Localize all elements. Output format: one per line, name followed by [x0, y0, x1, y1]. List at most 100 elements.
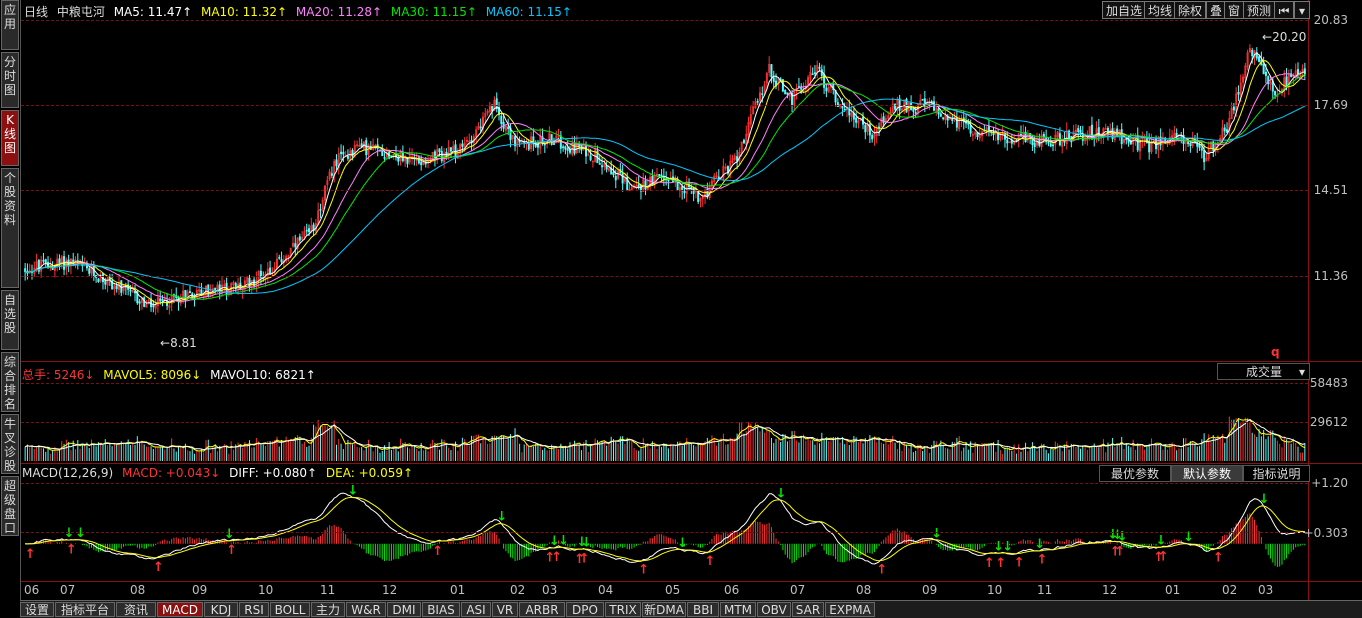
candle-body: [772, 77, 775, 82]
buy-arrow-icon: ↑: [66, 543, 77, 558]
volume-axis-label: 58483: [1309, 376, 1348, 390]
indicator-tab-arbr[interactable]: ARBR: [519, 602, 565, 617]
candle-body: [871, 135, 874, 140]
indicator-tab-obv[interactable]: OBV: [757, 602, 791, 617]
kline-chart[interactable]: ↑↓↑↓↑↓↑↓↑↓↑↓↑↓↑↓↑↓↑↓↑↓↑↓↑↓↑↓↑↓↑↓↑↓↑↓↑↓↑↓…: [0, 0, 1362, 600]
indicator-tab-[interactable]: 设置: [20, 602, 54, 617]
indicator-tab-dmi[interactable]: DMI: [387, 602, 421, 617]
time-axis-label: 03: [1258, 583, 1274, 597]
time-axis-label: 12: [1102, 583, 1118, 597]
price-gridline: [21, 105, 1308, 106]
candle-body: [330, 173, 333, 176]
candle-body: [1296, 69, 1299, 75]
indicator-tab-dpo[interactable]: DPO: [566, 602, 604, 617]
volume-indicator-select[interactable]: 成交量 ▾: [1217, 363, 1310, 380]
add-watchlist-button[interactable]: 加自选: [1102, 1, 1147, 19]
candle-body: [340, 151, 343, 154]
indicator-tab-[interactable]: 指标平台: [55, 602, 115, 617]
candle-body: [1145, 138, 1148, 142]
indicator-help-button[interactable]: 指标说明: [1243, 465, 1310, 482]
candle-body: [207, 284, 210, 296]
indicator-tab-[interactable]: 主力: [311, 602, 345, 617]
indicator-tab-bias[interactable]: BIAS: [422, 602, 460, 617]
candle-body: [440, 150, 443, 162]
candle-body: [660, 174, 663, 177]
chevron-down-icon[interactable]: ▾: [1294, 1, 1310, 19]
candle-body: [598, 163, 601, 165]
forecast-button[interactable]: 预测: [1243, 1, 1276, 19]
candle-body: [438, 148, 441, 152]
indicator-tab-asi[interactable]: ASI: [461, 602, 491, 617]
indicator-tab-mtm[interactable]: MTM: [720, 602, 756, 617]
indicator-tab-expma[interactable]: EXPMA: [825, 602, 875, 617]
candle-body: [797, 86, 800, 88]
candle-body: [280, 259, 283, 263]
window-button[interactable]: 窗: [1224, 1, 1245, 19]
price-axis-label: 17.69: [1313, 98, 1348, 112]
volume-total: 总手: 5246↓: [22, 368, 95, 382]
indicator-tab-[interactable]: 资讯: [116, 602, 156, 617]
sell-arrow-icon: ↓: [1002, 540, 1013, 555]
mavol10-value: MAVOL10: 6821↑: [210, 368, 316, 382]
mavol5-value: MAVOL5: 8096↓: [103, 368, 202, 382]
candle-body: [683, 190, 686, 194]
candle-body: [914, 112, 917, 114]
candle-body: [786, 92, 789, 95]
indicator-tab-macd[interactable]: MACD: [157, 602, 203, 617]
time-axis-label: 07: [60, 583, 76, 597]
indicator-tab-kdj[interactable]: KDJ: [204, 602, 238, 617]
indicator-tab-rsi[interactable]: RSI: [239, 602, 269, 617]
candle-body: [500, 115, 503, 124]
indicator-tab-sar[interactable]: SAR: [792, 602, 824, 617]
candle-body: [278, 257, 281, 259]
candle-body: [42, 259, 45, 262]
time-axis-label: 06: [24, 583, 40, 597]
candle-body: [269, 267, 272, 274]
candle-body: [308, 228, 311, 233]
candle-body: [784, 89, 787, 95]
sell-arrow-icon: ↓: [64, 526, 75, 541]
indicator-tab-wr[interactable]: W&R: [346, 602, 386, 617]
skip-first-icon[interactable]: ⏮: [1274, 1, 1294, 19]
indicator-tab-vr[interactable]: VR: [492, 602, 518, 617]
candle-body: [818, 66, 821, 69]
candle-body: [88, 268, 91, 274]
macd-gridline: [21, 483, 1308, 484]
time-axis-label: 09: [192, 583, 208, 597]
candle-body: [507, 126, 510, 130]
indicator-tab-bbi[interactable]: BBI: [687, 602, 719, 617]
candle-body: [589, 155, 592, 161]
candle-body: [214, 287, 217, 291]
volume-axis-label: 29612: [1309, 415, 1348, 429]
volume-gridline: [21, 422, 1308, 423]
ma30-line: [24, 74, 1306, 300]
candle-body: [1232, 106, 1235, 111]
candle-body: [1015, 139, 1018, 142]
candle-body: [161, 299, 164, 301]
q-marker: q: [1271, 345, 1280, 359]
candle-body: [566, 148, 569, 151]
ex-rights-button[interactable]: 除权: [1174, 1, 1207, 19]
overlay-button[interactable]: 叠: [1206, 1, 1227, 19]
candle-body: [823, 73, 826, 88]
candle-body: [1033, 142, 1036, 148]
candle-body: [742, 139, 745, 144]
macd-value: MACD: +0.043↓: [121, 466, 221, 480]
time-axis-label: 02: [1222, 583, 1238, 597]
candle-body: [825, 87, 828, 92]
time-axis-label: 10: [258, 583, 274, 597]
ma20-line: [24, 73, 1306, 303]
panel-separator: [21, 361, 1362, 362]
candle-body: [756, 100, 759, 103]
indicator-tab-dma[interactable]: 新DMA: [642, 602, 686, 617]
indicator-tab-boll[interactable]: BOLL: [270, 602, 310, 617]
best-params-button[interactable]: 最优参数: [1099, 465, 1171, 482]
ma-line-button[interactable]: 均线: [1144, 1, 1177, 19]
candle-body: [1264, 71, 1267, 76]
candle-body: [1251, 49, 1254, 57]
ma20-value: MA20: 11.28↑: [295, 5, 383, 19]
default-params-button[interactable]: 默认参数: [1171, 465, 1243, 482]
ma60-value: MA60: 11.15↑: [485, 5, 572, 19]
time-axis-label: 05: [665, 583, 681, 597]
indicator-tab-trix[interactable]: TRIX: [605, 602, 641, 617]
